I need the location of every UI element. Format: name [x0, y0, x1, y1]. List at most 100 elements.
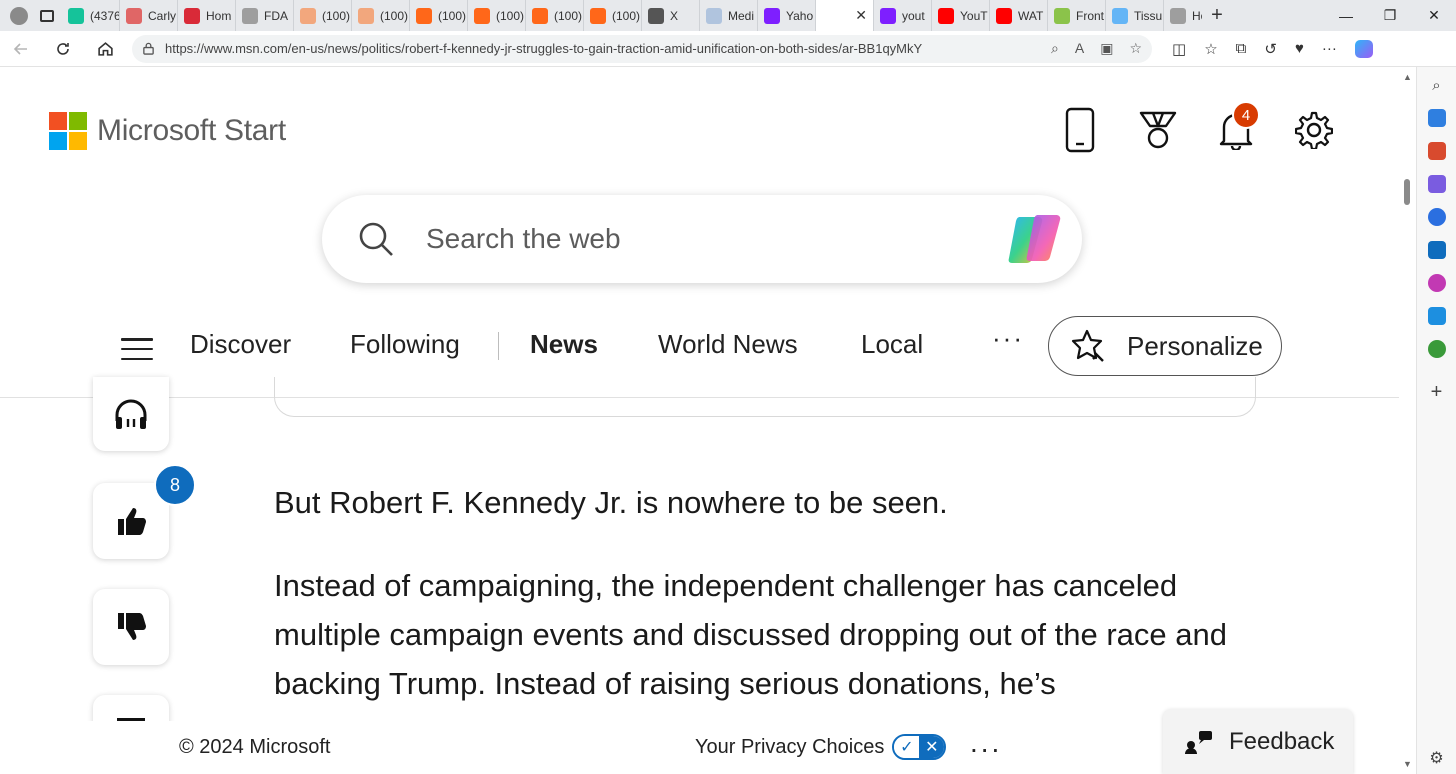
microsoft-logo-icon — [49, 112, 87, 150]
minimize-button[interactable]: — — [1324, 0, 1368, 31]
refresh-button[interactable] — [42, 31, 84, 67]
sidebar-microsoft365-icon[interactable] — [1427, 208, 1446, 226]
scrollbar-thumb[interactable] — [1404, 179, 1410, 205]
browser-tab[interactable]: X — [642, 0, 700, 31]
browser-essentials-icon[interactable]: ♥ — [1295, 40, 1304, 57]
dislike-button[interactable] — [93, 589, 169, 665]
article-paragraph: Instead of campaigning, the independent … — [274, 568, 1227, 701]
copilot-icon[interactable] — [1006, 213, 1064, 265]
sidebar-settings-icon[interactable]: ⚙ — [1429, 748, 1443, 768]
nav-item-world-news[interactable]: World News — [658, 329, 798, 360]
personalize-button[interactable]: Personalize — [1048, 316, 1282, 376]
tab-list: (4376 Carly Hom FDA (100) (100) (100) (100) (100… — [62, 0, 1202, 31]
browser-tab[interactable]: (100) — [526, 0, 584, 31]
new-tab-button[interactable]: + — [1202, 0, 1232, 31]
page-scrollbar[interactable]: ▲ ▼ — [1399, 67, 1415, 774]
browser-tab[interactable]: WAT — [990, 0, 1048, 31]
browser-tab[interactable]: How — [1164, 0, 1202, 31]
nav-item-following[interactable]: Following — [350, 329, 460, 360]
listen-button[interactable] — [93, 377, 169, 451]
grammarly-icon — [68, 7, 84, 24]
tab-active[interactable]: ✕ — [816, 0, 874, 31]
split-screen-icon[interactable]: ◫ — [1172, 40, 1186, 58]
more-menu-icon[interactable]: ··· — [1322, 40, 1337, 57]
feedback-icon — [1185, 730, 1212, 754]
collections-icon[interactable]: ⧉ — [1236, 40, 1247, 57]
settings-button[interactable] — [1294, 107, 1334, 153]
home-icon — [97, 42, 113, 56]
headphones-icon — [115, 399, 147, 429]
sidebar-tree-icon[interactable] — [1427, 340, 1446, 358]
back-arrow-icon — [13, 42, 27, 55]
hamburger-menu-icon[interactable] — [121, 338, 153, 360]
sparkle-star-icon — [1071, 329, 1104, 362]
history-icon[interactable]: ↺ — [1264, 40, 1277, 58]
browser-tab[interactable]: Front — [1048, 0, 1106, 31]
browser-tab[interactable]: (4376 — [62, 0, 120, 31]
browser-tab[interactable]: Medi — [700, 0, 758, 31]
globe-icon — [1054, 7, 1070, 24]
zoom-icon[interactable]: ⌕ — [1051, 40, 1059, 57]
nav-item-local[interactable]: Local — [861, 329, 923, 360]
maximize-button[interactable]: ❐ — [1368, 0, 1412, 31]
sidebar-games-icon[interactable] — [1427, 175, 1446, 193]
browser-tab[interactable]: Hom — [178, 0, 236, 31]
browser-tab[interactable]: Yaho — [758, 0, 816, 31]
footer-more-button[interactable]: ... — [970, 727, 1002, 759]
back-button[interactable] — [0, 31, 42, 67]
browser-tab[interactable]: Carly — [120, 0, 178, 31]
browser-tab[interactable]: yout — [874, 0, 932, 31]
substack-icon — [474, 7, 490, 24]
feedback-button[interactable]: Feedback — [1163, 709, 1353, 774]
thumbs-down-icon — [118, 613, 146, 640]
sidebar-outlook-icon[interactable] — [1427, 241, 1446, 259]
browser-tab[interactable]: (100) — [584, 0, 642, 31]
url-text[interactable]: https://www.msn.com/en-us/news/politics/… — [165, 41, 1041, 56]
sidebar-shopping-icon[interactable] — [1427, 109, 1446, 127]
scroll-down-arrow-icon[interactable]: ▼ — [1403, 759, 1412, 769]
edge-sidebar: ⌕ + ⚙ — [1416, 67, 1456, 774]
like-count-badge: 8 — [154, 464, 196, 506]
browser-tab[interactable]: YouT — [932, 0, 990, 31]
search-input[interactable] — [426, 223, 1006, 255]
copilot-sidebar-icon[interactable] — [1354, 39, 1373, 58]
browser-tab[interactable]: (100) — [468, 0, 526, 31]
tab-label: X — [670, 8, 679, 23]
sidebar-search-icon[interactable]: ⌕ — [1432, 77, 1440, 94]
sidebar-tools-icon[interactable] — [1427, 142, 1446, 160]
notification-count-badge: 4 — [1232, 101, 1260, 129]
scroll-up-arrow-icon[interactable]: ▲ — [1403, 72, 1412, 82]
favorite-star-icon[interactable]: ☆ — [1129, 40, 1142, 57]
personalize-label: Personalize — [1127, 330, 1263, 361]
tab-close-icon[interactable]: ✕ — [855, 7, 867, 24]
sidebar-designer-icon[interactable] — [1427, 274, 1446, 292]
close-window-button[interactable]: ✕ — [1412, 0, 1456, 31]
nav-item-discover[interactable]: Discover — [190, 329, 291, 360]
read-aloud-icon[interactable]: A — [1075, 40, 1084, 57]
notifications-button[interactable]: 4 — [1216, 101, 1260, 153]
rewards-button[interactable] — [1138, 107, 1178, 153]
medal-icon — [1139, 111, 1177, 149]
home-button[interactable] — [84, 31, 126, 67]
sidebar-telegram-icon[interactable] — [1427, 307, 1446, 325]
microsoft-start-logo[interactable]: Microsoft Start — [49, 112, 286, 150]
sidebar-add-icon[interactable]: + — [1431, 381, 1443, 404]
nav-more-button[interactable]: ··· — [992, 323, 1024, 354]
tab-label: (100) — [612, 8, 641, 23]
browser-tab[interactable]: FDA — [236, 0, 294, 31]
favorites-icon[interactable]: ☆ — [1204, 40, 1217, 58]
browser-tab[interactable]: (100) — [410, 0, 468, 31]
tab-actions-icon[interactable] — [40, 9, 54, 22]
browser-tab[interactable]: Tissu — [1106, 0, 1164, 31]
nav-item-news[interactable]: News — [530, 329, 598, 360]
tab-label: yout — [902, 8, 925, 23]
browser-tab[interactable]: (100) — [352, 0, 410, 31]
browser-tab[interactable]: (100) — [294, 0, 352, 31]
search-box[interactable] — [322, 195, 1082, 283]
address-bar[interactable]: https://www.msn.com/en-us/news/politics/… — [132, 34, 1152, 63]
app-available-icon[interactable]: ▣ — [1100, 40, 1113, 57]
privacy-toggle-icon: ✓ ✕ — [892, 734, 947, 760]
privacy-choices-link[interactable]: Your Privacy Choices ✓ ✕ — [695, 734, 947, 760]
mobile-app-button[interactable] — [1060, 107, 1100, 153]
profile-icon[interactable] — [10, 6, 28, 25]
